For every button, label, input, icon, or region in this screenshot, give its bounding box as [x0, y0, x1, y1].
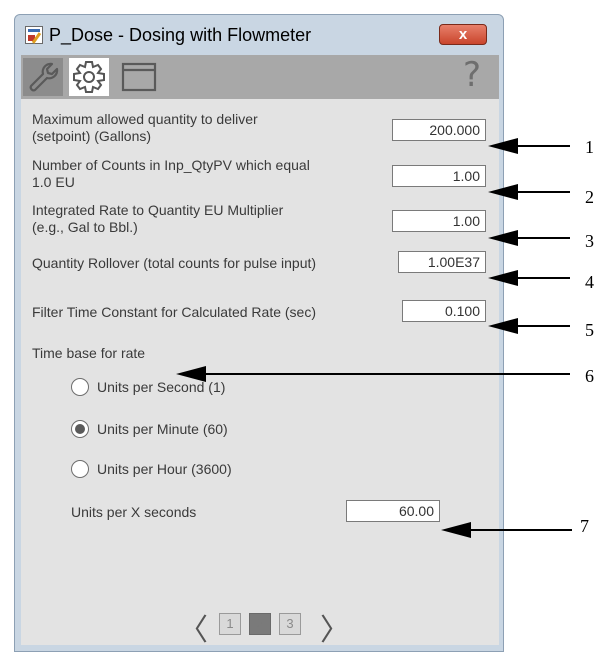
page-button-3[interactable]: 3: [279, 613, 301, 635]
callout-arrow-7: [441, 522, 471, 538]
close-button[interactable]: x: [439, 24, 487, 45]
x-seconds-label: Units per X seconds: [71, 504, 197, 520]
page-button-1[interactable]: 1: [219, 613, 241, 635]
toolbar: ?: [21, 55, 499, 99]
callout-arrow-1: [488, 138, 518, 154]
setpoint-input[interactable]: 200.000: [392, 119, 486, 141]
gear-icon[interactable]: [69, 58, 109, 96]
window-icon[interactable]: [119, 58, 159, 96]
x-seconds-input[interactable]: 60.00: [346, 500, 440, 522]
help-icon[interactable]: ?: [463, 55, 481, 95]
callout-number-1: 1: [585, 137, 594, 157]
callout-arrow-5: [488, 318, 518, 334]
rollover-label: Quantity Rollover (total counts for puls…: [32, 255, 317, 271]
counts-per-eu-label: Number of Counts in Inp_QtyPV which equa…: [32, 157, 310, 190]
callout-arrow-4: [488, 270, 518, 286]
rate-multiplier-input[interactable]: 1.00: [392, 210, 486, 232]
page-button-2-current[interactable]: 2: [249, 613, 271, 635]
prev-page-arrow-icon[interactable]: 〈: [178, 605, 208, 649]
callout-number-6: 6: [585, 366, 594, 386]
counts-per-eu-input[interactable]: 1.00: [392, 165, 486, 187]
faceplate-window: P_Dose - Dosing with Flowmeter x ? Maxim…: [14, 14, 504, 652]
filter-time-label: Filter Time Constant for Calculated Rate…: [32, 304, 316, 320]
wrench-icon[interactable]: [23, 58, 63, 96]
setpoint-label: Maximum allowed quantity to deliver (setp…: [32, 111, 258, 144]
radio-button[interactable]: [71, 460, 89, 478]
settings-panel: Maximum allowed quantity to deliver (setp…: [21, 99, 499, 645]
callout-arrow-3: [488, 230, 518, 246]
next-page-arrow-icon[interactable]: 〉: [320, 605, 350, 649]
time-base-label: Time base for rate: [32, 345, 146, 361]
rollover-input[interactable]: 1.00E37: [398, 251, 486, 273]
app-icon: [25, 26, 43, 44]
callout-number-7: 7: [580, 516, 589, 536]
callout-number-2: 2: [585, 187, 594, 207]
title-bar: P_Dose - Dosing with Flowmeter x: [15, 15, 503, 55]
filter-time-input[interactable]: 0.100: [402, 300, 486, 322]
radio-button-selected[interactable]: [71, 420, 89, 438]
rate-multiplier-label: Integrated Rate to Quantity EU Multiplie…: [32, 202, 284, 235]
callout-arrow-2: [488, 184, 518, 200]
window-title: P_Dose - Dosing with Flowmeter: [49, 25, 312, 45]
callout-arrow-6: [176, 366, 206, 382]
radio-button[interactable]: [71, 378, 89, 396]
callout-number-5: 5: [585, 320, 594, 340]
callout-number-3: 3: [585, 231, 594, 251]
close-icon: x: [458, 26, 468, 43]
callout-number-4: 4: [585, 272, 594, 292]
